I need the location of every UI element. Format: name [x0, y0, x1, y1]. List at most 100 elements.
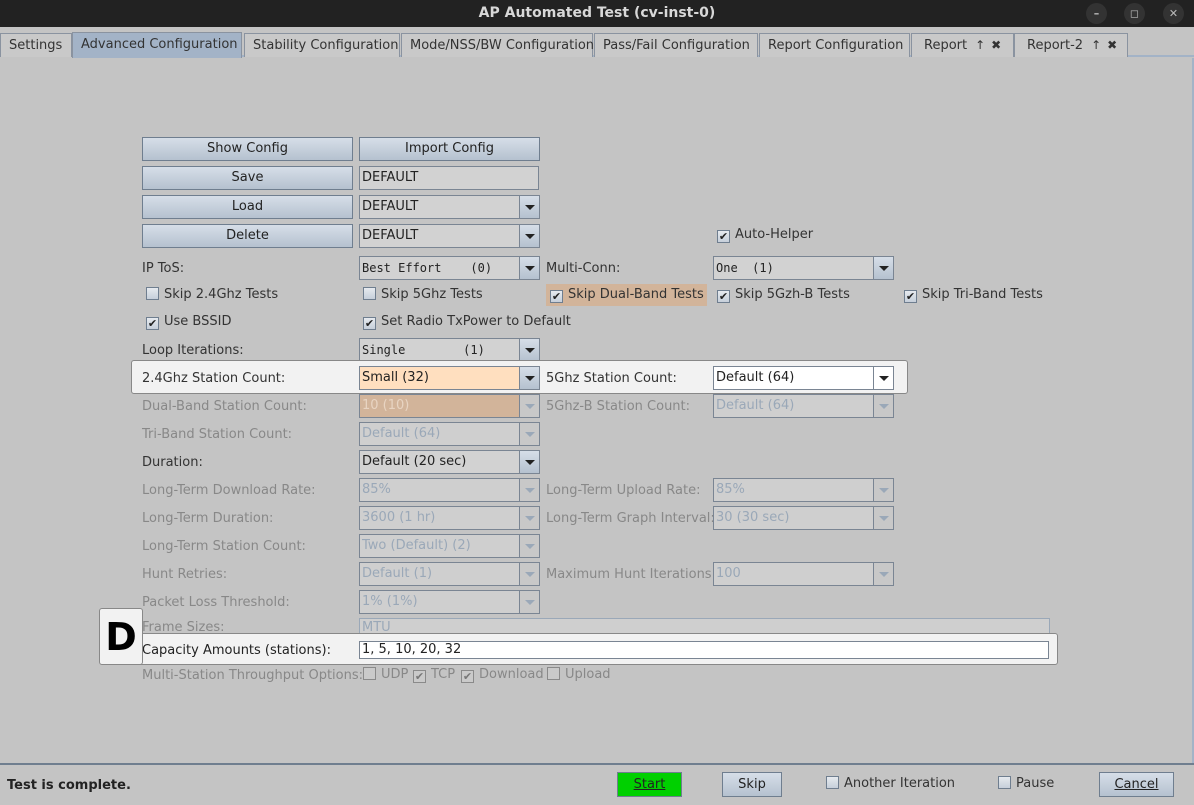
- checkbox-icon: [998, 776, 1011, 789]
- skip-5ghz-checkbox[interactable]: Skip 5Ghz Tests: [363, 286, 483, 304]
- undock-icon[interactable]: ↑: [975, 38, 985, 52]
- tab-pass-fail-configuration[interactable]: Pass/Fail Configuration: [594, 33, 758, 57]
- capacity-input[interactable]: 1, 5, 10, 20, 32: [359, 641, 1049, 659]
- chevron-down-icon: [520, 535, 539, 557]
- use-bssid-checkbox[interactable]: ✔ Use BSSID: [146, 313, 231, 331]
- skip-5ghz-b-checkbox[interactable]: ✔ Skip 5Gzh-B Tests: [717, 286, 850, 304]
- delete-config-select[interactable]: DEFAULT: [359, 224, 540, 248]
- undock-icon[interactable]: ↑: [1091, 38, 1101, 52]
- skip-dual-band-checkbox[interactable]: ✔ Skip Dual-Band Tests: [546, 284, 707, 306]
- ip-tos-value: Best Effort (0): [360, 257, 520, 279]
- chevron-down-icon[interactable]: [874, 367, 893, 389]
- tri-band-label: Tri-Band Station Count:: [142, 427, 293, 442]
- loop-iterations-select[interactable]: Single (1): [359, 338, 540, 362]
- chevron-down-icon[interactable]: [520, 225, 539, 247]
- tab-advanced-configuration[interactable]: Advanced Configuration: [72, 32, 242, 58]
- lt-duration-value: 3600 (1 hr): [360, 507, 520, 529]
- set-radio-txpower-checkbox[interactable]: ✔ Set Radio TxPower to Default: [363, 313, 571, 331]
- packet-loss-label: Packet Loss Threshold:: [142, 595, 290, 610]
- config-name-input[interactable]: DEFAULT: [359, 166, 539, 190]
- checkbox-label: Pause: [1016, 776, 1055, 791]
- station-5ghz-value: Default (64): [714, 367, 874, 389]
- tab-report-configuration[interactable]: Report Configuration: [759, 33, 910, 57]
- close-tab-icon[interactable]: ✖: [1107, 38, 1117, 52]
- start-button[interactable]: Start: [617, 772, 682, 797]
- multi-conn-value: One (1): [714, 257, 874, 279]
- packet-loss-value: 1% (1%): [360, 591, 520, 613]
- auto-helper-checkbox[interactable]: ✔ Auto-Helper: [717, 226, 813, 244]
- tab-report[interactable]: Report ↑ ✖: [911, 33, 1014, 57]
- station-24ghz-select[interactable]: Small (32): [359, 366, 540, 390]
- annotation-badge: D: [99, 608, 143, 665]
- maximize-icon[interactable]: ◻: [1124, 3, 1145, 24]
- load-button[interactable]: Load: [142, 195, 353, 219]
- lt-download-label: Long-Term Download Rate:: [142, 483, 316, 498]
- chevron-down-icon[interactable]: [520, 367, 539, 389]
- show-config-button[interactable]: Show Config: [142, 137, 353, 161]
- chevron-down-icon[interactable]: [520, 451, 539, 473]
- lt-upload-value: 85%: [714, 479, 874, 501]
- loop-iterations-value: Single (1): [360, 339, 520, 361]
- chevron-down-icon: [520, 507, 539, 529]
- minimize-icon[interactable]: –: [1086, 3, 1107, 24]
- station-5ghz-label: 5Ghz Station Count:: [546, 371, 677, 386]
- import-config-button[interactable]: Import Config: [359, 137, 540, 161]
- skip-24ghz-checkbox[interactable]: Skip 2.4Ghz Tests: [146, 286, 278, 304]
- checkbox-label: Auto-Helper: [735, 227, 814, 242]
- close-icon[interactable]: ✕: [1163, 3, 1184, 24]
- chevron-down-icon: [874, 395, 893, 417]
- duration-value: Default (20 sec): [360, 451, 520, 473]
- save-button[interactable]: Save: [142, 166, 353, 190]
- skip-button[interactable]: Skip: [722, 772, 782, 797]
- tab-label: Report-2: [1027, 38, 1084, 53]
- multi-conn-select[interactable]: One (1): [713, 256, 894, 280]
- chevron-down-icon[interactable]: [520, 196, 539, 218]
- chevron-down-icon[interactable]: [520, 257, 539, 279]
- lt-station-select: Two (Default) (2): [359, 534, 540, 558]
- chevron-down-icon[interactable]: [520, 339, 539, 361]
- status-message: Test is complete.: [7, 778, 131, 793]
- multi-station-label: Multi-Station Throughput Options:: [142, 668, 363, 683]
- checkbox-label: Download: [479, 667, 544, 682]
- tab-mode-nss-bw-configuration[interactable]: Mode/NSS/BW Configuration: [401, 33, 594, 57]
- load-config-value: DEFAULT: [360, 196, 520, 218]
- max-hunt-value: 100: [714, 563, 874, 585]
- pause-checkbox[interactable]: Pause: [998, 775, 1054, 793]
- tab-settings[interactable]: Settings: [0, 33, 72, 57]
- lt-upload-label: Long-Term Upload Rate:: [546, 483, 701, 498]
- download-checkbox: ✔ Download: [461, 666, 544, 684]
- start-label: Start: [633, 777, 666, 792]
- max-hunt-label: Maximum Hunt Iterations:: [546, 567, 716, 582]
- tab-label: Advanced Configuration: [81, 37, 238, 52]
- another-iteration-checkbox[interactable]: Another Iteration: [826, 775, 955, 793]
- checkbox-label: Use BSSID: [164, 314, 232, 329]
- tab-label: Report Configuration: [768, 38, 904, 53]
- tri-band-select: Default (64): [359, 422, 540, 446]
- tab-report-2[interactable]: Report-2 ↑ ✖: [1014, 33, 1128, 57]
- station-5ghz-select[interactable]: Default (64): [713, 366, 894, 390]
- lt-duration-label: Long-Term Duration:: [142, 511, 274, 526]
- ip-tos-select[interactable]: Best Effort (0): [359, 256, 540, 280]
- window-title: AP Automated Test (cv-inst-0): [478, 5, 716, 21]
- tab-bar: Settings Advanced Configuration Stabilit…: [0, 31, 1194, 58]
- tri-band-value: Default (64): [360, 423, 520, 445]
- checkbox-label: UDP: [381, 667, 409, 682]
- tab-label: Settings: [9, 38, 63, 53]
- packet-loss-select: 1% (1%): [359, 590, 540, 614]
- load-config-select[interactable]: DEFAULT: [359, 195, 540, 219]
- checkbox-checked-icon: ✔: [461, 670, 474, 683]
- delete-button[interactable]: Delete: [142, 224, 353, 248]
- tab-stability-configuration[interactable]: Stability Configuration: [244, 33, 400, 57]
- checkbox-label: Set Radio TxPower to Default: [381, 314, 571, 329]
- station-24ghz-value: Small (32): [360, 367, 520, 389]
- close-tab-icon[interactable]: ✖: [991, 38, 1001, 52]
- checkbox-label: Skip 5Gzh-B Tests: [735, 287, 850, 302]
- skip-tri-band-checkbox[interactable]: ✔ Skip Tri-Band Tests: [904, 286, 1043, 304]
- lt-download-select: 85%: [359, 478, 540, 502]
- chevron-down-icon[interactable]: [874, 257, 893, 279]
- duration-select[interactable]: Default (20 sec): [359, 450, 540, 474]
- cancel-label: Cancel: [1114, 777, 1159, 792]
- dual-band-value: 10 (10): [360, 395, 520, 417]
- checkbox-icon: [363, 667, 376, 680]
- cancel-button[interactable]: Cancel: [1099, 772, 1174, 797]
